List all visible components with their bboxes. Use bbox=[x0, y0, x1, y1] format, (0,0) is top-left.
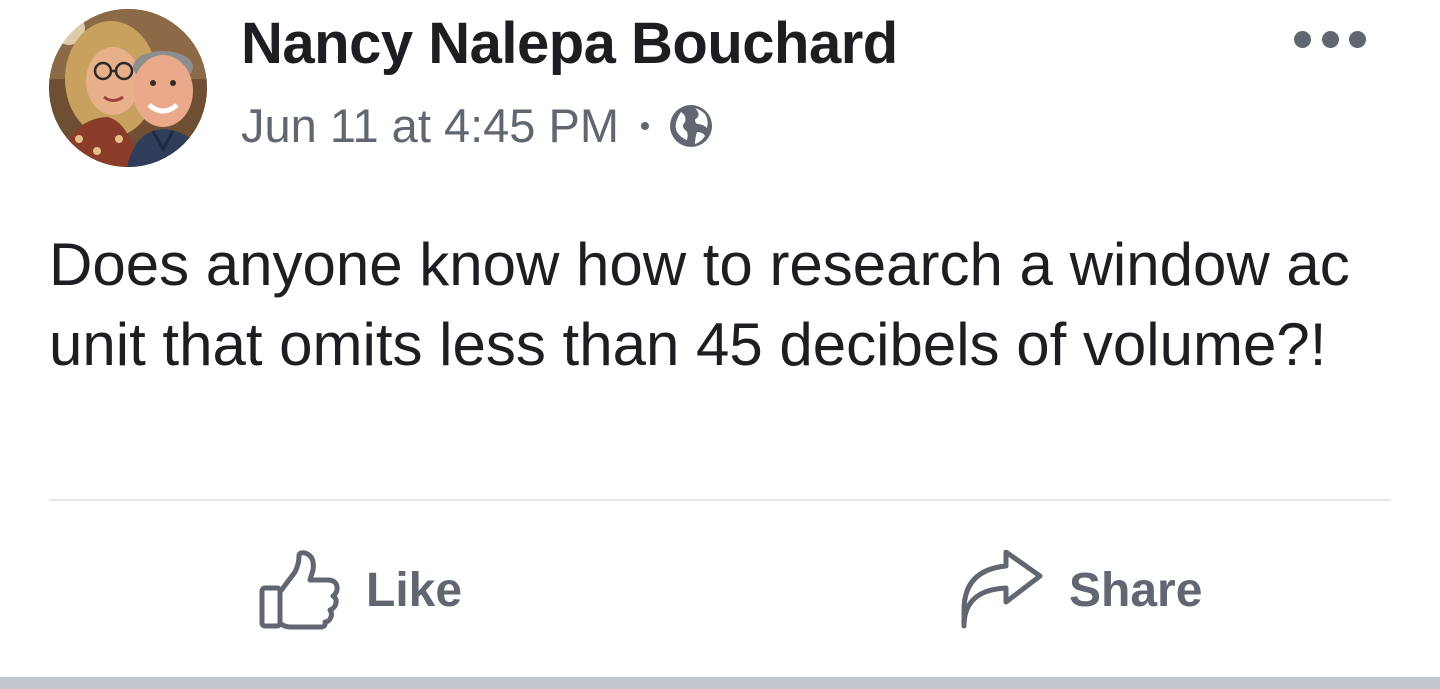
more-dot bbox=[1321, 30, 1339, 48]
globe-icon[interactable] bbox=[667, 102, 715, 150]
thumbs-up-icon bbox=[259, 550, 341, 630]
feed-post: Nancy Nalepa Bouchard Jun 11 at 4:45 PM … bbox=[0, 0, 1440, 689]
more-dot bbox=[1294, 30, 1311, 48]
like-label: Like bbox=[366, 563, 463, 617]
author-name[interactable]: Nancy Nalepa Bouchard bbox=[241, 10, 898, 77]
more-dot bbox=[1349, 30, 1366, 48]
more-options-icon[interactable] bbox=[1294, 24, 1366, 54]
share-button[interactable]: Share bbox=[960, 548, 1202, 632]
avatar-photo bbox=[49, 9, 207, 167]
author-avatar[interactable] bbox=[49, 9, 207, 167]
feed-separator-bar bbox=[0, 677, 1440, 689]
post-meta: Jun 11 at 4:45 PM bbox=[241, 98, 715, 153]
divider bbox=[49, 499, 1391, 501]
like-button[interactable]: Like bbox=[259, 548, 462, 632]
post-timestamp[interactable]: Jun 11 at 4:45 PM bbox=[241, 98, 619, 153]
post-text: Does anyone know how to research a windo… bbox=[49, 231, 1350, 378]
separator-dot bbox=[640, 121, 649, 130]
share-label: Share bbox=[1069, 563, 1203, 617]
share-arrow-icon bbox=[960, 550, 1044, 630]
